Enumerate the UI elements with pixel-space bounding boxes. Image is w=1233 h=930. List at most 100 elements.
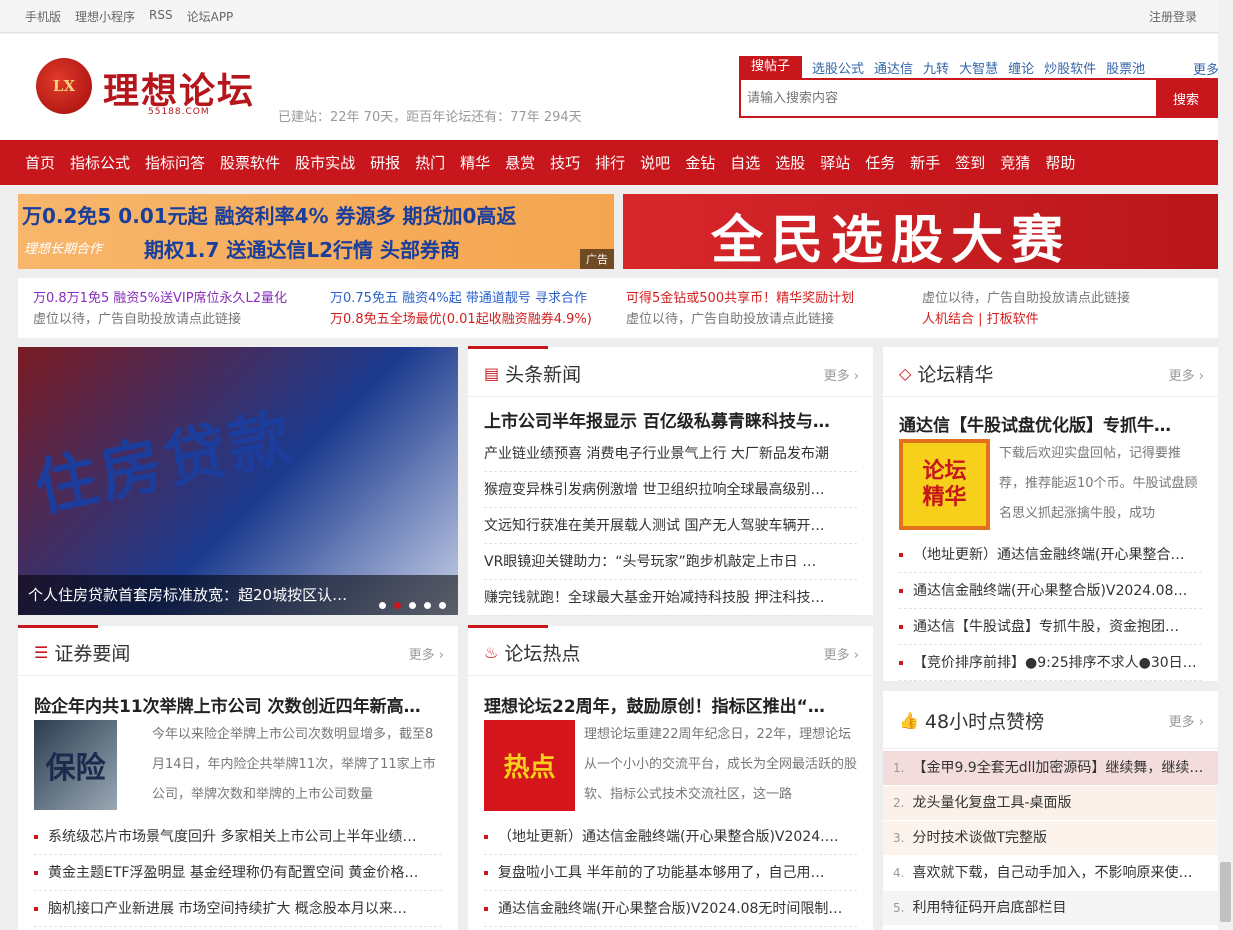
nav-item-newbie[interactable]: 新手 (910, 152, 940, 173)
text-ad-link[interactable]: 人机结合 | 打板软件 (922, 312, 1039, 327)
hot-desc: 理想论坛重建22周年纪念日，22年，理想论坛从一个小小的交流平台，成长为全网最活… (584, 727, 858, 802)
list-item[interactable]: 猴痘变异株引发病例激增 世卫组织拉响全球最高级别… (484, 472, 857, 508)
list-item[interactable]: VR眼镜迎关键助力：“头号玩家”跑步机敲定上市日 … (484, 544, 857, 580)
app-link[interactable]: 论坛APP (187, 8, 234, 25)
search-input[interactable] (741, 80, 1156, 116)
list-item[interactable]: （地址更新）通达信金融终端(开心果整合… (899, 537, 1202, 573)
list-item[interactable]: 黄金主题ETF浮盈明显 基金经理称仍有配置空间 黄金价格… (34, 855, 442, 891)
list-item[interactable]: 通达信【牛股试盘】专抓牛股，资金抱团… (899, 609, 1202, 645)
ad-tag: 广告 (580, 249, 614, 269)
page-scrollbar[interactable] (1218, 0, 1233, 930)
list-item[interactable]: 产业链业绩预喜 消费电子行业景气上行 大厂新品发布潮 (484, 436, 857, 472)
slider-dot[interactable] (379, 602, 386, 609)
hot-more-link[interactable]: 更多 › (824, 644, 859, 663)
headlines-lead[interactable]: 上市公司半年报显示 百亿级私募青睐科技与… (484, 407, 854, 432)
search-tab-dzh[interactable]: 大智慧 (959, 58, 998, 77)
text-ad-link[interactable]: 虚位以待，广告自助投放请点此链接 (33, 312, 241, 327)
fire-icon: ♨ (484, 643, 499, 662)
list-item[interactable]: 复盘啦小工具 半年前的了功能基本够用了，自己用… (484, 855, 857, 891)
slider-dot-active[interactable] (394, 602, 401, 609)
list-item[interactable]: 赚完钱就跑！全球最大基金开始减持科技股 押注科技… (484, 580, 857, 616)
search-tab-formula[interactable]: 选股公式 (812, 58, 864, 77)
scrollbar-thumb[interactable] (1220, 862, 1231, 922)
rss-link[interactable]: RSS (149, 8, 173, 25)
nav-item-home[interactable]: 首页 (25, 152, 55, 173)
nav-item-watchlist[interactable]: 自选 (730, 152, 760, 173)
list-item[interactable]: （地址更新）通达信金融终端(开心果整合版)V2024.… (484, 819, 857, 855)
ad-line-1: 万0.2免5 0.01元起 融资利率4% 券源多 期货加0高返 (22, 204, 517, 228)
text-ad-link[interactable]: 可得5金钻或500共享币！精华奖励计划 (626, 291, 854, 306)
slider-dot[interactable] (409, 602, 416, 609)
securities-lead[interactable]: 险企年内共11次举牌上市公司 次数创近四年新高… (34, 692, 444, 717)
essence-more-link[interactable]: 更多 › (1169, 365, 1204, 384)
search-tab-software[interactable]: 炒股软件 (1044, 58, 1096, 77)
ranking-item[interactable]: 3. 分时技术谈做T完整版 (883, 821, 1218, 856)
search-tab-chanlun[interactable]: 缠论 (1008, 58, 1034, 77)
search-tab-posts[interactable]: 搜帖子 (739, 56, 803, 78)
nav-item-guess[interactable]: 竞猜 (1000, 152, 1030, 173)
mobile-link[interactable]: 手机版 (25, 8, 61, 25)
list-item[interactable]: 文远知行获准在美开展载人测试 国产无人驾驶车辆开… (484, 508, 857, 544)
list-item[interactable]: 【竞价排序前排】●9:25排序不求人●30日… (899, 645, 1202, 681)
text-ad-link[interactable]: 万0.75免五 融资4%起 带通道靓号 寻求合作 (330, 291, 587, 306)
nav-item-diamond[interactable]: 金钻 (685, 152, 715, 173)
slider-caption[interactable]: 个人住房贷款首套房标准放宽：超20城按区认… (18, 575, 458, 615)
slider-dot[interactable] (424, 602, 431, 609)
news-slider[interactable]: 住房贷款 个人住房贷款首套房标准放宽：超20城按区认… (18, 347, 458, 615)
slider-dot[interactable] (439, 602, 446, 609)
nav-item-formula-qa[interactable]: 指标问答 (145, 152, 205, 173)
nav-item-help[interactable]: 帮助 (1045, 152, 1075, 173)
nav-item-screener[interactable]: 选股 (775, 152, 805, 173)
hot-lead[interactable]: 理想论坛22周年，鼓励原创！指标区推出“… (484, 692, 854, 717)
search-button[interactable]: 搜索 (1156, 80, 1216, 116)
essence-lead[interactable]: 通达信【牛股试盘优化版】专抓牛… (899, 411, 1199, 436)
search-more-link[interactable]: 更多 (1193, 59, 1219, 78)
ranking-item[interactable]: 2. 龙头量化复盘工具-桌面版 (883, 786, 1218, 821)
search-tab-pool[interactable]: 股票池 (1106, 58, 1145, 77)
login-link[interactable]: 注册登录 (1149, 8, 1197, 25)
broker-ad-banner[interactable]: 万0.2免5 0.01元起 融资利率4% 券源多 期货加0高返 理想长期合作 期… (18, 194, 614, 269)
essence-thumbnail[interactable]: 论坛精华 (899, 439, 990, 530)
nav-item-station[interactable]: 驿站 (820, 152, 850, 173)
nav-item-trading[interactable]: 股市实战 (295, 152, 355, 173)
list-item[interactable]: 通达信金融终端(开心果整合版)V2024.08… (899, 573, 1202, 609)
search-tab-jiuzhuan[interactable]: 九转 (923, 58, 949, 77)
search-tab-tdx[interactable]: 通达信 (874, 58, 913, 77)
document-icon: ▤ (484, 364, 500, 383)
logo-icon[interactable]: LX (36, 58, 92, 114)
text-ad-link[interactable]: 万0.8万1免5 融资5%送VIP席位永久L2量化 (33, 291, 287, 306)
text-ad-link[interactable]: 虚位以待，广告自助投放请点此链接 (626, 312, 834, 327)
hot-panel: ♨ 论坛热点 更多 › 理想论坛22周年，鼓励原创！指标区推出“… 热点 理想论坛… (468, 625, 873, 930)
nav-item-tips[interactable]: 技巧 (550, 152, 580, 173)
text-ad-link[interactable]: 万0.8免五全场最优(0.01起收融资融券4.9%) (330, 312, 592, 327)
ranking-item[interactable]: 1. 【金甲9.9全套无dll加密源码】继续舞，继续… (883, 751, 1218, 786)
miniprogram-link[interactable]: 理想小程序 (75, 8, 135, 25)
nav-item-hot[interactable]: 热门 (415, 152, 445, 173)
nav-item-tasks[interactable]: 任务 (865, 152, 895, 173)
securities-thumbnail[interactable]: 保险 (34, 720, 117, 810)
ranking-item[interactable]: 4. 喜欢就下载，自己动手加入，不影响原来使… (883, 856, 1218, 891)
nav-item-ranking[interactable]: 排行 (595, 152, 625, 173)
headlines-more-link[interactable]: 更多 › (824, 365, 859, 384)
text-ad-link[interactable]: 虚位以待，广告自助投放请点此链接 (922, 291, 1130, 306)
nav-item-formula[interactable]: 指标公式 (70, 152, 130, 173)
contest-ad-banner[interactable]: 全民选股大赛 (623, 194, 1218, 269)
site-domain: 55188.COM (148, 107, 210, 117)
nav-item-checkin[interactable]: 签到 (955, 152, 985, 173)
list-item[interactable]: 脑机接口产业新进展 市场空间持续扩大 概念股本月以来… (34, 891, 442, 927)
ranking-item[interactable]: 5. 利用特征码开启底部栏目 (883, 891, 1218, 926)
nav-item-research[interactable]: 研报 (370, 152, 400, 173)
essence-desc: 下载后欢迎实盘回帖，记得要推荐，推荐能返10个币。牛股试盘顾名思义抓起涨擒牛股，… (999, 446, 1198, 521)
nav-item-software[interactable]: 股票软件 (220, 152, 280, 173)
ranking-more-link[interactable]: 更多 › (1169, 711, 1204, 730)
securities-more-link[interactable]: 更多 › (409, 644, 444, 663)
hot-thumbnail[interactable]: 热点 (484, 720, 575, 811)
nav-item-reward[interactable]: 悬赏 (505, 152, 535, 173)
thumbs-up-icon: 👍 (899, 711, 919, 730)
nav-item-talk[interactable]: 说吧 (640, 152, 670, 173)
list-icon: ☰ (34, 643, 49, 662)
list-item[interactable]: 通达信金融终端(开心果整合版)V2024.08无时间限制… (484, 891, 857, 927)
nav-item-essence[interactable]: 精华 (460, 152, 490, 173)
essence-list: （地址更新）通达信金融终端(开心果整合… 通达信金融终端(开心果整合版)V202… (899, 537, 1202, 681)
list-item[interactable]: 系统级芯片市场景气度回升 多家相关上市公司上半年业绩… (34, 819, 442, 855)
